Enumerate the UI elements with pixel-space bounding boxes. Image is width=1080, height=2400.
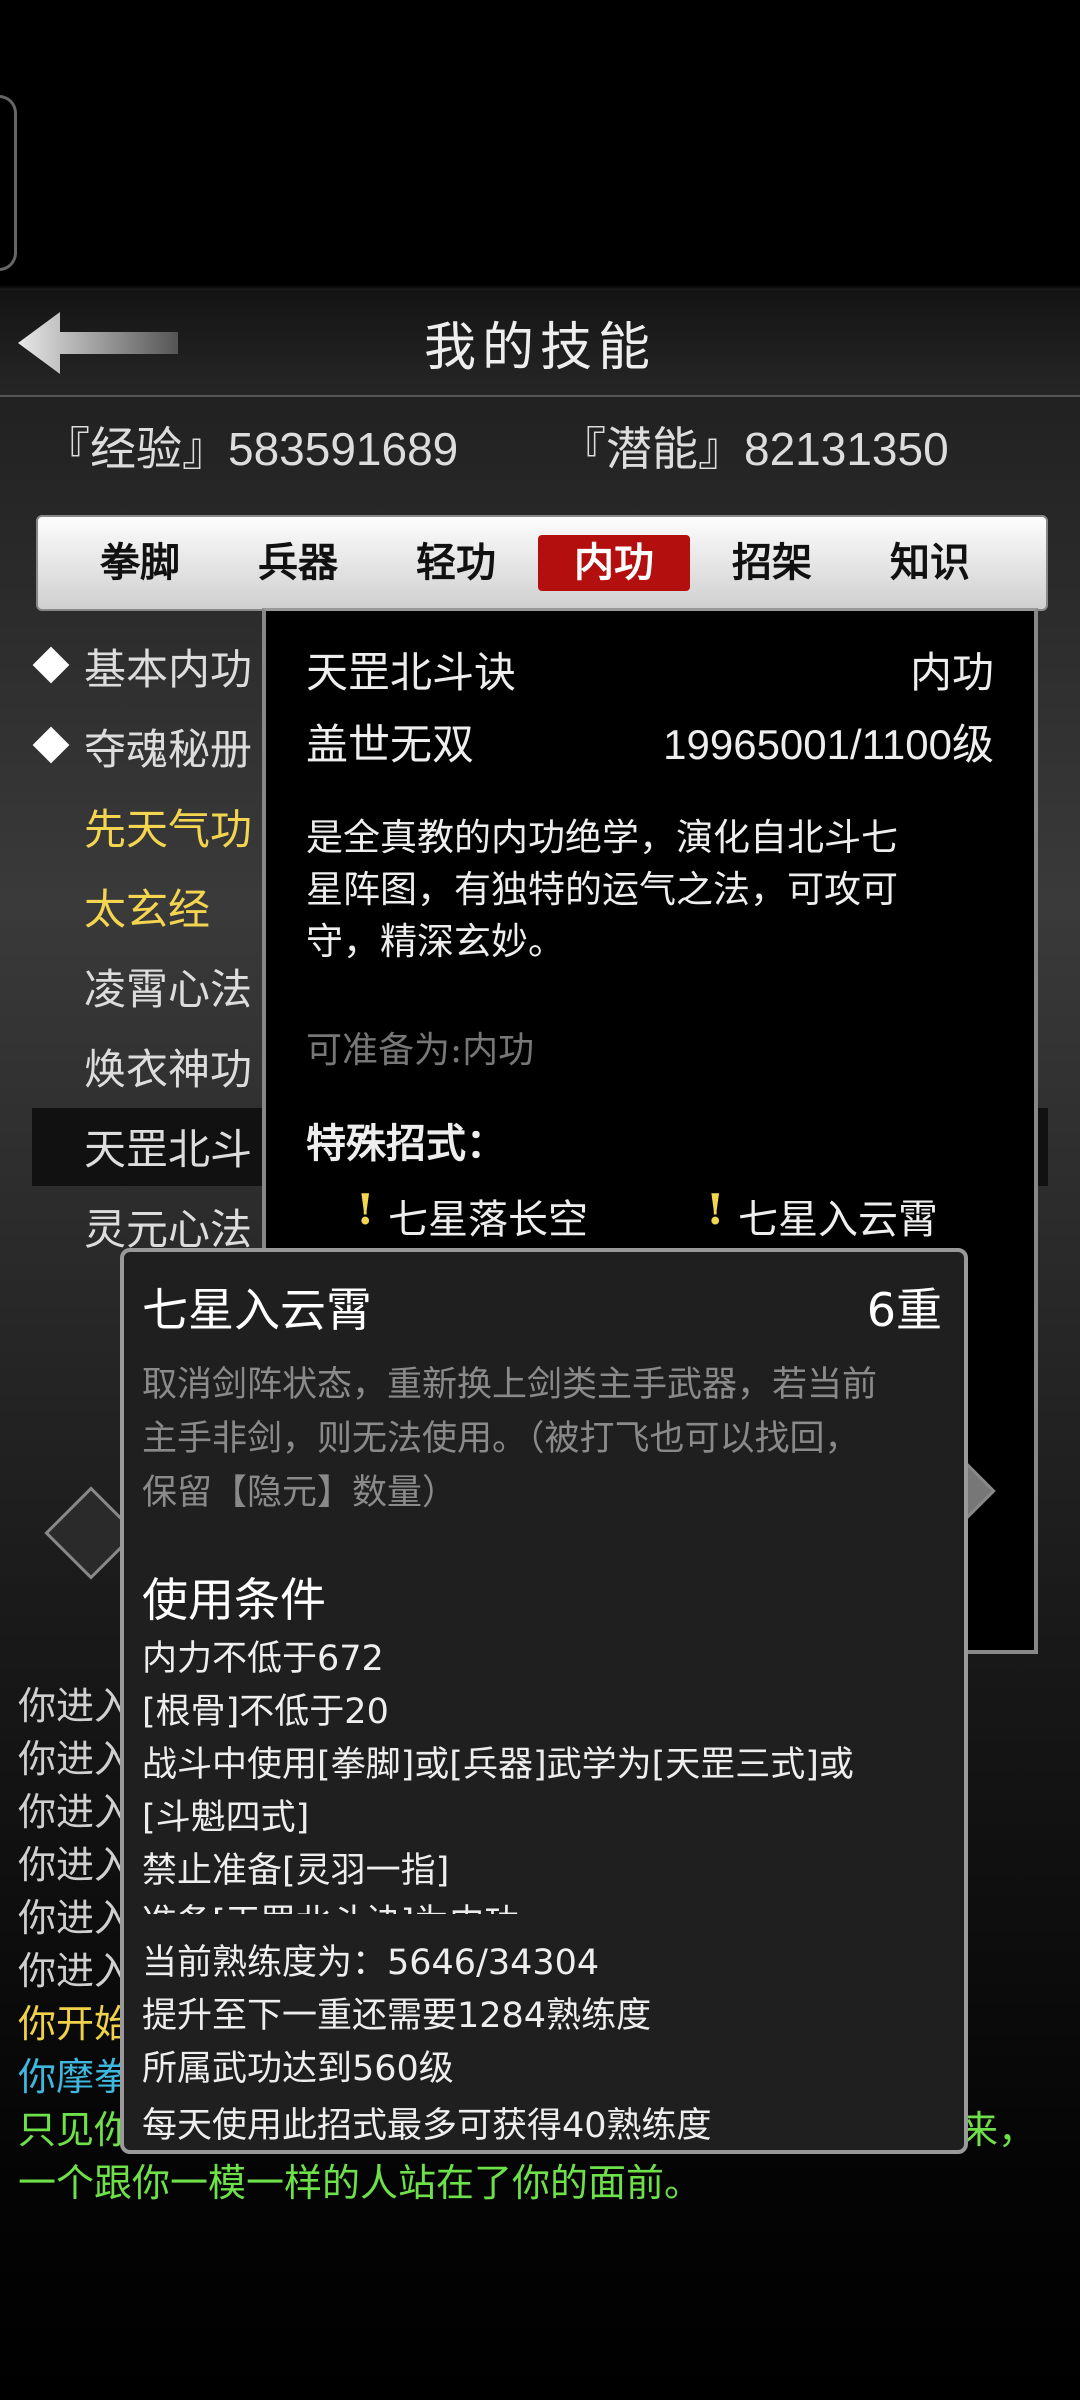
skill-list-item[interactable]: 焕衣神功 — [84, 1036, 252, 1097]
daily-cap: 每天使用此招式最多可获得40熟练度 — [142, 2106, 712, 2146]
condition-line: [根骨]不低于20 — [142, 1692, 389, 1732]
skill-category-tabs: 拳脚 兵器 轻功 内功 招架 知识 — [36, 515, 1048, 611]
tab-qinggong[interactable]: 轻功 — [380, 535, 532, 591]
condition-line: 战斗中使用[拳脚]或[兵器]武学为[天罡三式]或 — [142, 1745, 854, 1785]
skill-name: 天罡北斗诀 — [306, 648, 517, 697]
move-name: 七星入云霄 — [142, 1283, 372, 1337]
move-tier: 6重 — [866, 1283, 942, 1337]
hexagon-frame-decoration — [0, 95, 17, 271]
skill-list-item[interactable]: 凌霄心法 — [84, 956, 252, 1017]
skill-list-item-selected[interactable]: 天罡北斗 — [84, 1116, 252, 1177]
special-move-link[interactable]: 七星落长空 — [388, 1187, 588, 1245]
skill-list-item[interactable]: 夺魂秘册 — [84, 716, 252, 777]
skill-type: 内功 — [909, 648, 994, 697]
log-line: 你摩拳 — [18, 2055, 133, 2099]
special-moves-heading: 特殊招式： — [306, 1120, 506, 1167]
log-line: 你进入 — [18, 1949, 133, 1993]
condition-line: 禁止准备[灵羽一指] — [142, 1851, 450, 1891]
move-description-line: 取消剑阵状态，重新换上剑类主手武器，若当前 — [142, 1365, 878, 1405]
conditions-heading: 使用条件 — [142, 1573, 326, 1627]
log-line-tail: 来， — [960, 2108, 1037, 2152]
tab-quanjiao[interactable]: 拳脚 — [64, 535, 216, 591]
experience-value: 『经验』583591689 — [44, 423, 459, 475]
skill-level: 19965001/1100级 — [663, 721, 994, 768]
skill-list-item[interactable]: 先天气功 — [84, 796, 252, 857]
log-line: 你进入 — [18, 1684, 133, 1728]
skill-list-item[interactable]: 基本内功 — [84, 636, 252, 697]
exclamation-icon: ! — [706, 1185, 725, 1234]
condition-line: 准备[天罡北斗诀]为内功 — [142, 1894, 519, 1914]
log-line: 你进入 — [18, 1896, 133, 1940]
log-line: 你开始 — [18, 2002, 133, 2046]
log-line: 你进入 — [18, 1737, 133, 1781]
tab-zhishi[interactable]: 知识 — [854, 535, 1006, 591]
skill-list-item[interactable]: 太玄经 — [84, 876, 210, 937]
prepare-as: 可准备为:内功 — [306, 1030, 535, 1071]
move-detail-popup: 七星入云霄 6重 取消剑阵状态，重新换上剑类主手武器，若当前 主手非剑，则无法使… — [120, 1248, 968, 2154]
condition-line: 内力不低于672 — [142, 1639, 384, 1679]
skill-description-line: 是全真教的内功绝学，演化自北斗七 — [306, 816, 898, 859]
exclamation-icon: ! — [356, 1185, 375, 1234]
tab-neigong[interactable]: 内功 — [538, 535, 690, 591]
page-title: 我的技能 — [423, 318, 656, 378]
log-line: 你进入 — [18, 1790, 133, 1834]
skill-rank: 盖世无双 — [306, 720, 475, 769]
clipped-condition: 准备[天罡北斗诀]为内功 — [142, 1894, 942, 1914]
log-line: 只见你 — [18, 2108, 133, 2152]
log-line: 一个跟你一模一样的人站在了你的面前。 — [18, 2161, 703, 2205]
move-description-line: 保留【隐元】数量） — [142, 1473, 458, 1513]
required-level: 所属武功达到560级 — [142, 2049, 454, 2089]
move-description-line: 主手非剑，则无法使用。（被打飞也可以找回， — [142, 1419, 860, 1459]
tab-bingqi[interactable]: 兵器 — [222, 535, 374, 591]
potential-value: 『潜能』82131350 — [560, 423, 949, 475]
log-line: 你进入 — [18, 1843, 133, 1887]
proficiency-value: 当前熟练度为：5646/34304 — [142, 1943, 600, 1983]
skill-description-line: 守，精深玄妙。 — [306, 920, 565, 963]
next-tier-requirement: 提升至下一重还需要1284熟练度 — [142, 1996, 652, 2036]
skill-description-line: 星阵图，有独特的运气之法，可攻可 — [306, 868, 898, 911]
special-move-link[interactable]: 七星入云霄 — [738, 1187, 938, 1245]
condition-line: [斗魁四式] — [142, 1798, 310, 1838]
tab-zhaojia[interactable]: 招架 — [696, 535, 848, 591]
